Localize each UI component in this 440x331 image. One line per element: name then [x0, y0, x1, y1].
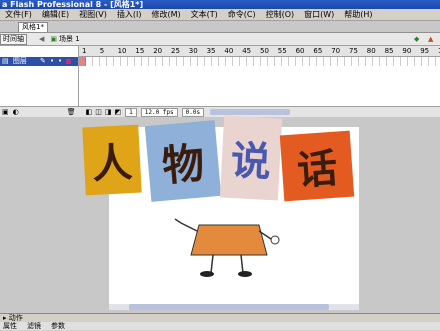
- frame-tick-label: 35: [206, 47, 216, 55]
- frame-rate[interactable]: 12.0 fps: [140, 107, 178, 117]
- back-arrow-icon[interactable]: ◀: [39, 35, 44, 43]
- menu-control[interactable]: 控制(O): [261, 9, 300, 20]
- frame-tick-label: 55: [277, 47, 287, 55]
- edit-symbol-icon[interactable]: ▲: [428, 35, 433, 43]
- outline-swatch-icon[interactable]: [66, 59, 71, 64]
- frame-tick-label: 50: [260, 47, 269, 55]
- actions-panel-header[interactable]: ▸ 动作: [0, 314, 440, 322]
- timeline-status-bar: ▣ ◐ 🗑 ◧ ◫ ◨ ◩ 1 12.0 fps 0.0s: [0, 106, 440, 117]
- menu-bar: 文件(F) 编辑(E) 视图(V) 插入(I) 修改(M) 文本(T) 命令(C…: [0, 9, 440, 21]
- scrollbar-thumb[interactable]: [129, 304, 329, 310]
- menu-help[interactable]: 帮助(H): [339, 9, 377, 20]
- pencil-icon: ✎: [40, 57, 46, 65]
- frame-tick-label: 10: [117, 47, 127, 55]
- scene-icon: ▣: [50, 35, 58, 43]
- frame-tick-label: 85: [384, 47, 394, 55]
- menu-modify[interactable]: 修改(M): [146, 9, 185, 20]
- actions-label: 动作: [8, 314, 23, 322]
- sign-text-ren: 人: [91, 139, 134, 189]
- onion-outline-icon[interactable]: ◨: [105, 108, 112, 116]
- right-leg: [240, 254, 244, 274]
- layer-name: 图层: [12, 57, 27, 65]
- left-leg: [210, 254, 214, 274]
- menu-text[interactable]: 文本(T): [186, 9, 223, 20]
- frame-tick-label: 60: [295, 47, 305, 55]
- center-frame-icon[interactable]: ◧: [86, 108, 93, 116]
- onion-skin-icon[interactable]: ◫: [95, 108, 102, 116]
- frame-tick-label: 90: [402, 47, 412, 55]
- left-arm: [180, 222, 198, 232]
- timeline-toggle-button[interactable]: 时间轴: [0, 33, 27, 45]
- tab-properties[interactable]: 属性: [3, 322, 17, 330]
- playhead-marker[interactable]: [79, 57, 86, 66]
- edit-bar: 时间轴 ◀ ▣ 场景 1 ◆ ▲: [0, 33, 440, 46]
- sign-ren[interactable]: 人: [82, 124, 142, 196]
- delete-layer-icon[interactable]: 🗑: [67, 108, 76, 116]
- scene-label[interactable]: 场景 1: [59, 34, 80, 44]
- expand-arrow-icon[interactable]: ▸: [3, 314, 7, 322]
- frame-tick-label: 65: [313, 47, 323, 55]
- frame-tick-label: 20: [153, 47, 163, 55]
- edit-scene-icon[interactable]: ◆: [414, 35, 419, 43]
- menu-edit[interactable]: 编辑(E): [37, 9, 74, 20]
- frame-tick-label: 75: [349, 47, 358, 55]
- menu-view[interactable]: 视图(V): [74, 9, 112, 20]
- document-tab-bar: 风格1*: [0, 21, 440, 33]
- menu-file[interactable]: 文件(F): [0, 9, 37, 20]
- window-titlebar: a Flash Professional 8 - [风格1*]: [0, 0, 440, 9]
- frame-tick-label: 1: [82, 47, 87, 55]
- visibility-dot-icon[interactable]: •: [50, 57, 54, 66]
- tab-parameters[interactable]: 参数: [51, 322, 65, 330]
- menu-commands[interactable]: 命令(C): [223, 9, 261, 20]
- bottom-panels: ▸ 动作 属性 滤镜 参数: [0, 313, 440, 331]
- frame-tick-label: 80: [366, 47, 376, 55]
- sign-text-hua: 话: [295, 145, 339, 195]
- timeline-scrollbar[interactable]: [210, 109, 290, 115]
- edit-multiple-icon[interactable]: ◩: [115, 108, 122, 116]
- left-foot: [200, 271, 214, 277]
- frame-row[interactable]: [79, 57, 440, 66]
- frame-tick-label: 40: [224, 47, 234, 55]
- sign-hua[interactable]: 话: [279, 130, 355, 202]
- lock-dot-icon[interactable]: •: [58, 57, 62, 66]
- frame-tick-label: 15: [135, 47, 145, 55]
- layer-icon: ▤: [2, 57, 9, 65]
- menu-window[interactable]: 窗口(W): [299, 9, 339, 20]
- current-frame: 1: [125, 107, 137, 117]
- timeline-panel: ◉ ■ □ 1510152025303540455055606570758085…: [0, 46, 440, 117]
- frame-tick-label: 25: [171, 47, 180, 55]
- add-layer-icon[interactable]: ▣: [2, 108, 9, 116]
- sign-wu[interactable]: 物: [144, 120, 222, 202]
- frame-tick-label: 5: [99, 47, 105, 55]
- layer-row[interactable]: ▤ 图层 ✎ • •: [0, 57, 78, 66]
- tab-filters[interactable]: 滤镜: [27, 322, 41, 330]
- elapsed-time: 0.0s: [181, 107, 205, 117]
- document-tab[interactable]: 风格1*: [18, 22, 48, 32]
- character-body: [190, 224, 268, 256]
- frame-tick-label: 70: [331, 47, 341, 55]
- right-hand: [270, 235, 280, 245]
- sign-text-wu: 物: [160, 137, 207, 191]
- frame-tick-label: 30: [188, 47, 198, 55]
- window-title: a Flash Professional 8 - [风格1*]: [2, 0, 144, 9]
- sign-shuo[interactable]: 说: [219, 115, 283, 201]
- stage-area: 人 物 说 话: [0, 115, 440, 313]
- frame-tick-label: 45: [242, 47, 252, 55]
- frame-tick-label: 95: [420, 47, 430, 55]
- sign-text-shuo: 说: [229, 137, 272, 187]
- menu-insert[interactable]: 插入(I): [112, 9, 147, 20]
- properties-tabs: 属性 滤镜 参数: [0, 322, 440, 330]
- right-foot: [238, 271, 252, 277]
- add-guide-icon[interactable]: ◐: [13, 108, 19, 116]
- stage-horizontal-scrollbar[interactable]: [109, 304, 359, 310]
